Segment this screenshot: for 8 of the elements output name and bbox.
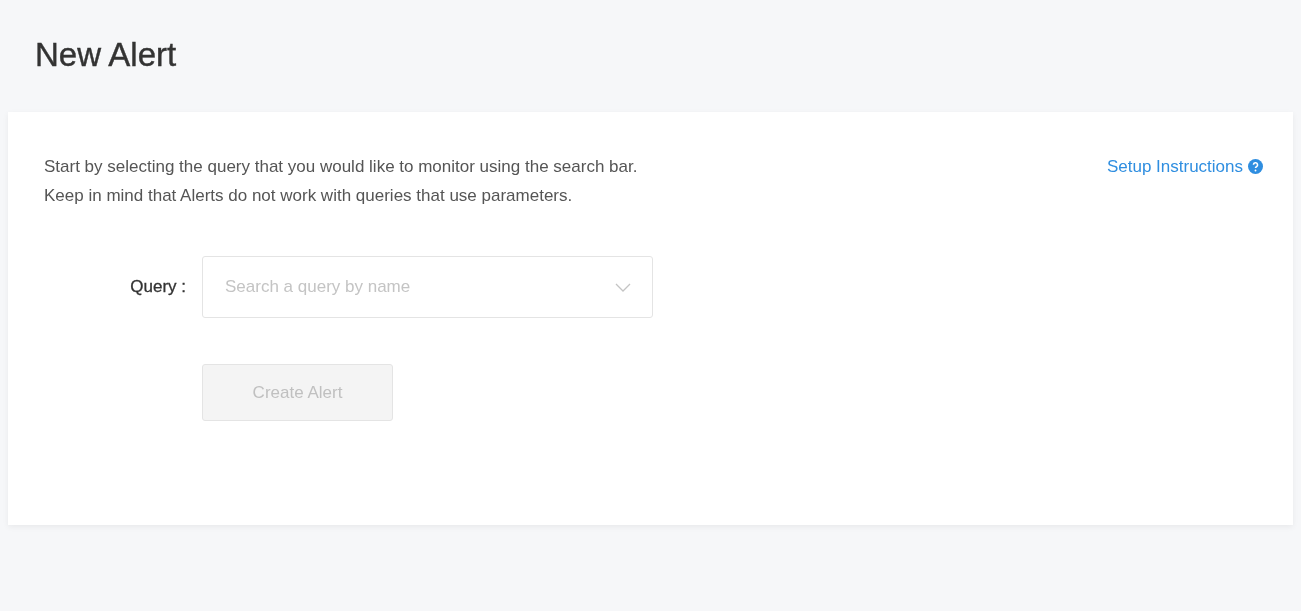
intro-text: Start by selecting the query that you would like to monitor using the search bar. xyxy=(44,156,638,178)
help-icon xyxy=(1248,159,1263,174)
setup-instructions-link[interactable]: Setup Instructions xyxy=(1106,152,1263,181)
intro-text: Keep in mind that Alerts do not work with queries that use parameters. xyxy=(44,185,574,207)
page-title: New Alert xyxy=(35,36,177,74)
query-select[interactable]: Search a query by name xyxy=(202,256,653,318)
query-label: Query : xyxy=(129,277,187,297)
chevron-down-icon xyxy=(615,283,631,292)
